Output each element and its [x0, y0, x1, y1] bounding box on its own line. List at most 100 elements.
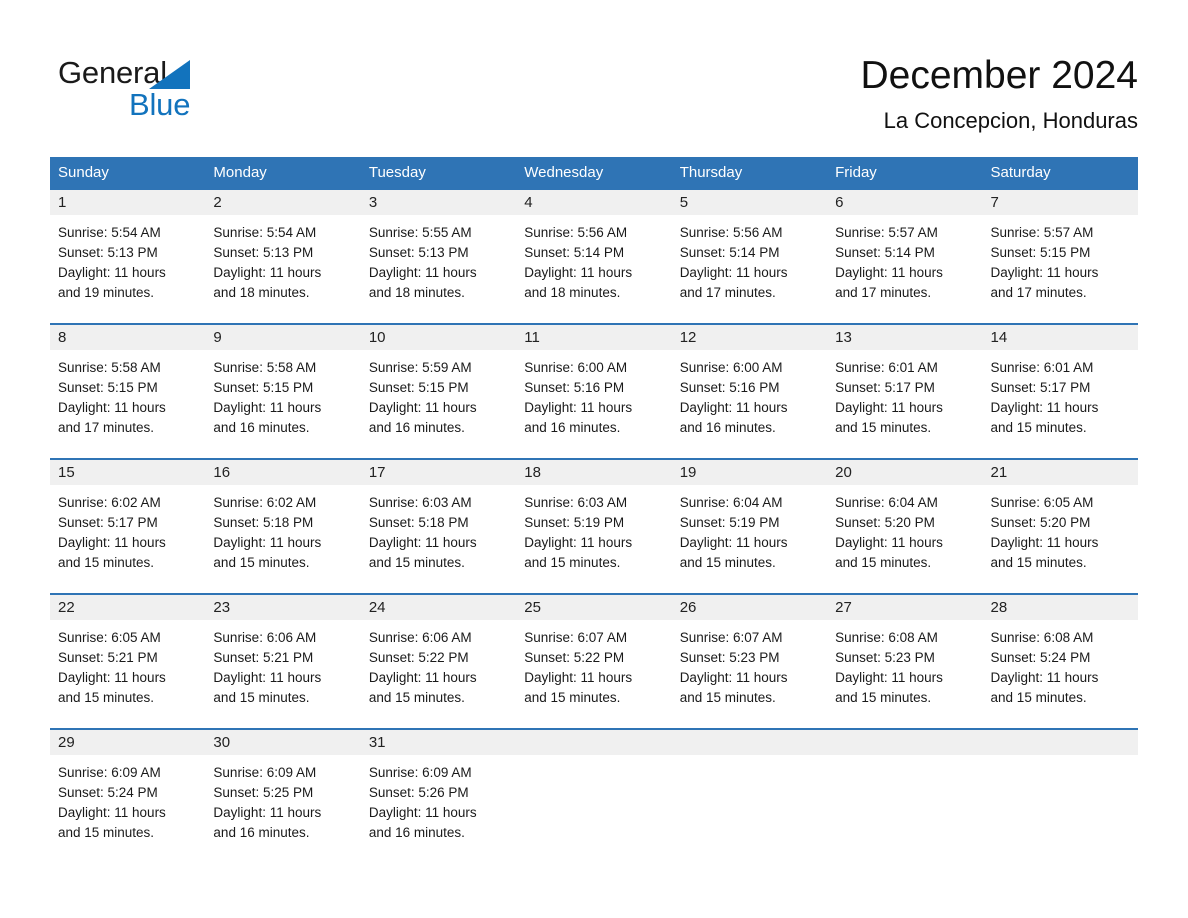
- day-number[interactable]: 27: [827, 595, 982, 620]
- day-number[interactable]: 12: [672, 325, 827, 350]
- sunset-text: Sunset: 5:13 PM: [368, 245, 469, 260]
- sunset-text: Sunset: 5:22 PM: [368, 650, 469, 665]
- day-cell[interactable]: Sunrise: 6:08 AM Sunset: 5:23 PM Dayligh…: [827, 620, 982, 728]
- sunset-text: Sunset: 5:17 PM: [990, 380, 1091, 395]
- day-cell[interactable]: Sunrise: 6:01 AM Sunset: 5:17 PM Dayligh…: [983, 350, 1138, 458]
- day-number[interactable]: 18: [516, 460, 671, 485]
- day-number[interactable]: 31: [361, 730, 516, 755]
- day-number[interactable]: 15: [50, 460, 205, 485]
- day-cell[interactable]: Sunrise: 6:07 AM Sunset: 5:22 PM Dayligh…: [516, 620, 671, 728]
- daylight-text-line2: and 15 minutes.: [990, 420, 1087, 435]
- day-cell[interactable]: Sunrise: 5:56 AM Sunset: 5:14 PM Dayligh…: [672, 215, 827, 323]
- day-number[interactable]: 5: [672, 190, 827, 215]
- sunrise-text: Sunrise: 6:00 AM: [524, 360, 628, 375]
- sunrise-text: Sunrise: 6:03 AM: [524, 495, 628, 510]
- day-cell[interactable]: Sunrise: 6:00 AM Sunset: 5:16 PM Dayligh…: [516, 350, 671, 458]
- day-number[interactable]: 24: [361, 595, 516, 620]
- day-number[interactable]: 25: [516, 595, 671, 620]
- sunrise-text: Sunrise: 6:02 AM: [213, 495, 317, 510]
- day-number[interactable]: 19: [672, 460, 827, 485]
- week-detail-band: Sunrise: 6:02 AM Sunset: 5:17 PM Dayligh…: [50, 485, 1138, 593]
- daylight-text-line1: Daylight: 11 hours: [58, 670, 166, 685]
- day-cell[interactable]: Sunrise: 6:07 AM Sunset: 5:23 PM Dayligh…: [672, 620, 827, 728]
- daylight-text-line2: and 18 minutes.: [524, 285, 621, 300]
- day-cell[interactable]: Sunrise: 6:06 AM Sunset: 5:21 PM Dayligh…: [205, 620, 360, 728]
- day-cell[interactable]: Sunrise: 6:04 AM Sunset: 5:20 PM Dayligh…: [827, 485, 982, 593]
- daylight-text-line2: and 16 minutes.: [213, 825, 310, 840]
- day-cell[interactable]: Sunrise: 6:08 AM Sunset: 5:24 PM Dayligh…: [983, 620, 1138, 728]
- day-cell[interactable]: Sunrise: 6:02 AM Sunset: 5:17 PM Dayligh…: [50, 485, 205, 593]
- day-number[interactable]: 30: [205, 730, 360, 755]
- day-number[interactable]: 23: [205, 595, 360, 620]
- day-number[interactable]: 2: [205, 190, 360, 215]
- sunset-text: Sunset: 5:23 PM: [679, 650, 780, 665]
- sunrise-text: Sunrise: 6:09 AM: [213, 765, 317, 780]
- day-number[interactable]: 7: [983, 190, 1138, 215]
- day-cell[interactable]: Sunrise: 6:01 AM Sunset: 5:17 PM Dayligh…: [827, 350, 982, 458]
- day-cell[interactable]: Sunrise: 6:09 AM Sunset: 5:26 PM Dayligh…: [361, 755, 516, 865]
- sunset-text: Sunset: 5:19 PM: [524, 515, 625, 530]
- day-number[interactable]: 1: [50, 190, 205, 215]
- daylight-text-line1: Daylight: 11 hours: [368, 670, 477, 685]
- sunrise-text: Sunrise: 6:06 AM: [368, 630, 472, 645]
- day-cell[interactable]: Sunrise: 5:56 AM Sunset: 5:14 PM Dayligh…: [516, 215, 671, 323]
- day-number[interactable]: 13: [827, 325, 982, 350]
- sunrise-text: Sunrise: 5:58 AM: [58, 360, 161, 375]
- day-cell[interactable]: Sunrise: 5:58 AM Sunset: 5:15 PM Dayligh…: [50, 350, 205, 458]
- day-number[interactable]: 3: [361, 190, 516, 215]
- daylight-text-line2: and 15 minutes.: [679, 555, 776, 570]
- sunrise-text: Sunrise: 6:03 AM: [368, 495, 472, 510]
- title-block: December 2024 La Concepcion, Honduras: [861, 52, 1139, 136]
- day-number[interactable]: 22: [50, 595, 205, 620]
- daylight-text-line1: Daylight: 11 hours: [679, 400, 788, 415]
- sunrise-text: Sunrise: 6:09 AM: [58, 765, 161, 780]
- daylight-text-line2: and 16 minutes.: [524, 420, 621, 435]
- day-number[interactable]: 10: [361, 325, 516, 350]
- sunrise-text: Sunrise: 5:59 AM: [368, 360, 472, 375]
- day-cell-empty: [983, 755, 1138, 865]
- day-cell[interactable]: Sunrise: 6:00 AM Sunset: 5:16 PM Dayligh…: [672, 350, 827, 458]
- day-number[interactable]: 6: [827, 190, 982, 215]
- day-number[interactable]: 14: [983, 325, 1138, 350]
- day-number[interactable]: 4: [516, 190, 671, 215]
- day-cell[interactable]: Sunrise: 5:57 AM Sunset: 5:14 PM Dayligh…: [827, 215, 982, 323]
- week-number-band: 15 16 17 18 19 20 21: [50, 460, 1138, 485]
- general-blue-logo[interactable]: General Blue: [58, 55, 258, 125]
- day-number[interactable]: 17: [361, 460, 516, 485]
- day-cell[interactable]: Sunrise: 6:05 AM Sunset: 5:20 PM Dayligh…: [983, 485, 1138, 593]
- daylight-text-line2: and 15 minutes.: [368, 690, 465, 705]
- day-cell[interactable]: Sunrise: 6:03 AM Sunset: 5:18 PM Dayligh…: [361, 485, 516, 593]
- day-number[interactable]: 20: [827, 460, 982, 485]
- day-cell[interactable]: Sunrise: 6:04 AM Sunset: 5:19 PM Dayligh…: [672, 485, 827, 593]
- sunrise-text: Sunrise: 5:58 AM: [213, 360, 317, 375]
- day-cell[interactable]: Sunrise: 5:55 AM Sunset: 5:13 PM Dayligh…: [361, 215, 516, 323]
- day-cell[interactable]: Sunrise: 5:57 AM Sunset: 5:15 PM Dayligh…: [983, 215, 1138, 323]
- day-cell[interactable]: Sunrise: 5:54 AM Sunset: 5:13 PM Dayligh…: [205, 215, 360, 323]
- daylight-text-line2: and 15 minutes.: [213, 690, 310, 705]
- daylight-text-line1: Daylight: 11 hours: [524, 535, 633, 550]
- day-cell[interactable]: Sunrise: 5:58 AM Sunset: 5:15 PM Dayligh…: [205, 350, 360, 458]
- daylight-text-line2: and 15 minutes.: [679, 690, 776, 705]
- day-cell[interactable]: Sunrise: 6:09 AM Sunset: 5:25 PM Dayligh…: [205, 755, 360, 865]
- day-number[interactable]: 16: [205, 460, 360, 485]
- sunset-text: Sunset: 5:16 PM: [524, 380, 625, 395]
- sunset-text: Sunset: 5:15 PM: [213, 380, 314, 395]
- day-cell[interactable]: Sunrise: 6:03 AM Sunset: 5:19 PM Dayligh…: [516, 485, 671, 593]
- day-number[interactable]: 28: [983, 595, 1138, 620]
- daylight-text-line2: and 15 minutes.: [524, 555, 621, 570]
- day-cell[interactable]: Sunrise: 5:54 AM Sunset: 5:13 PM Dayligh…: [50, 215, 205, 323]
- day-cell[interactable]: Sunrise: 6:05 AM Sunset: 5:21 PM Dayligh…: [50, 620, 205, 728]
- day-number[interactable]: 21: [983, 460, 1138, 485]
- day-cell[interactable]: Sunrise: 5:59 AM Sunset: 5:15 PM Dayligh…: [361, 350, 516, 458]
- day-number[interactable]: 8: [50, 325, 205, 350]
- day-cell[interactable]: Sunrise: 6:02 AM Sunset: 5:18 PM Dayligh…: [205, 485, 360, 593]
- daylight-text-line1: Daylight: 11 hours: [990, 670, 1099, 685]
- day-number[interactable]: 26: [672, 595, 827, 620]
- day-number[interactable]: 29: [50, 730, 205, 755]
- day-cell[interactable]: Sunrise: 6:06 AM Sunset: 5:22 PM Dayligh…: [361, 620, 516, 728]
- day-number[interactable]: 9: [205, 325, 360, 350]
- daylight-text-line2: and 17 minutes.: [679, 285, 776, 300]
- day-number[interactable]: 11: [516, 325, 671, 350]
- day-cell[interactable]: Sunrise: 6:09 AM Sunset: 5:24 PM Dayligh…: [50, 755, 205, 865]
- weekday-header-thursday: Thursday: [679, 164, 743, 181]
